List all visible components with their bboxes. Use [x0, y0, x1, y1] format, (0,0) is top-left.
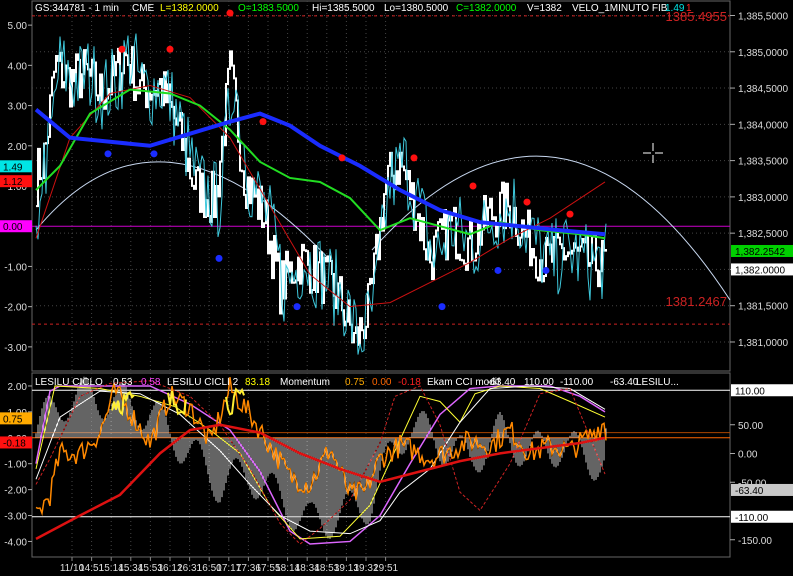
osc-left-tick-label: -4.00: [4, 537, 27, 548]
price-right-tick-label: 1,385,0000: [738, 48, 788, 59]
header-high: Hi=1385.5000: [312, 3, 375, 14]
blue-signal-dot: [494, 266, 502, 274]
red-signal-dot: [166, 45, 174, 53]
oscillator-legend-item: 83.18: [245, 377, 270, 388]
red-signal-dot: [410, 154, 418, 162]
price-right-tick-label: 1,383,0000: [738, 193, 788, 204]
osc-left-tick-label: -1.00: [4, 460, 27, 471]
price-left-tick-label: -2.00: [4, 303, 27, 314]
blue-signal-dot: [542, 266, 550, 274]
osc-right-value-badge-text: -110.00: [735, 513, 769, 524]
osc-left-value-badge-text: 0.75: [3, 414, 23, 425]
header-low: Lo=1380.5000: [384, 3, 449, 14]
header-last: L=1382.0000: [160, 3, 219, 14]
osc-right-value-badge-text: 110.00: [735, 386, 765, 397]
header-volume: V=1382: [527, 3, 562, 14]
osc-left-tick-label: 2.00: [8, 382, 28, 393]
osc-left-tick-label: -3.00: [4, 512, 27, 523]
trading-chart-window[interactable]: 5.004.003.002.001.000.00-1.00-2.00-3.00 …: [0, 0, 793, 576]
price-left-tick-label: -3.00: [4, 343, 27, 354]
oscillator-legend-item: LESILU...: [636, 377, 679, 388]
header-study-name: VELO_1MINUTO FIB: [572, 3, 668, 14]
red-signal-dot: [469, 182, 477, 190]
price-right-tick-label: 1,384,5000: [738, 84, 788, 95]
blue-signal-dot: [215, 254, 223, 262]
oscillator-legend-item: -110.00: [560, 377, 594, 388]
red-signal-dot: [523, 198, 531, 206]
price-left-tick-label: 2.00: [8, 142, 28, 153]
red-signal-dot: [118, 45, 126, 53]
red-signal-dot: [259, 118, 267, 126]
price-right-tick-label: 1,384,0000: [738, 120, 788, 131]
oscillator-legend-item: LESILU CICLO: [35, 377, 103, 388]
price-right-tick-label: 1,381,5000: [738, 302, 788, 313]
blue-signal-dot: [150, 150, 158, 158]
blue-signal-dot: [104, 150, 112, 158]
price-left-tick-label: 5.00: [8, 21, 28, 32]
price-right-tick-label: 1,385,5000: [738, 12, 788, 23]
left-value-badge-text: 1.49: [3, 162, 23, 173]
price-left-tick-label: 3.00: [8, 102, 28, 113]
osc-left-tick-label: -2.00: [4, 486, 27, 497]
price-left-tick-label: 4.00: [8, 61, 28, 72]
blue-signal-dot: [293, 303, 301, 311]
oscillator-legend-item: 0.53: [113, 377, 133, 388]
blue-signal-dot: [438, 303, 446, 311]
price-right-tick-label: 1,382,5000: [738, 229, 788, 240]
oscillator-legend: LESILU CICLO 0.53 0.58 LESILU CICLI 2 83.18 M…: [35, 377, 679, 388]
lower-level-label: 1381.2467: [666, 294, 727, 309]
right-value-badge-text: 1,382.2542: [735, 247, 785, 258]
oscillator-legend-item: 0.00: [372, 377, 392, 388]
header-symbol: GS:344781 - 1 min: [35, 3, 119, 14]
red-signal-dot: [226, 9, 234, 17]
oscillator-legend-item: -0.18: [398, 377, 421, 388]
time-tick-label: 19:51: [373, 563, 398, 574]
red-signal-dot: [566, 210, 574, 218]
oscillator-legend-item: 110.00: [524, 377, 554, 388]
red-signal-dot: [338, 154, 346, 162]
oscillator-legend-item: 0.75: [345, 377, 365, 388]
left-value-badge-text: 1.12: [3, 177, 23, 188]
osc-left-value-badge-text: -0.18: [3, 438, 26, 449]
oscillator-legend-item: 0.58: [141, 377, 161, 388]
osc-right-tick-label: -150.00: [738, 536, 772, 547]
header-open: O=1383.5000: [238, 3, 299, 14]
header-exchange: CME: [132, 3, 155, 14]
oscillator-legend-item: Momentum: [280, 377, 330, 388]
osc-right-tick-label: 50.00: [738, 421, 763, 432]
left-value-badge-text: 0.00: [3, 222, 23, 233]
price-left-tick-label: -1.00: [4, 262, 27, 273]
oscillator-legend-item: LESILU CICLI 2: [167, 377, 239, 388]
oscillator-legend-item: -63.40: [610, 377, 639, 388]
oscillator-legend-item: -63.40: [487, 377, 516, 388]
right-value-badge-text: 1,382.0000: [735, 265, 785, 276]
osc-right-value-badge-text: -63.40: [735, 486, 764, 497]
price-right-tick-label: 1,383,5000: [738, 157, 788, 168]
osc-right-tick-label: 0.00: [738, 450, 758, 461]
price-right-tick-label: 1,381,0000: [738, 338, 788, 349]
upper-level-label: 1385.4955: [666, 9, 727, 24]
header-close: C=1382.0000: [456, 3, 517, 14]
